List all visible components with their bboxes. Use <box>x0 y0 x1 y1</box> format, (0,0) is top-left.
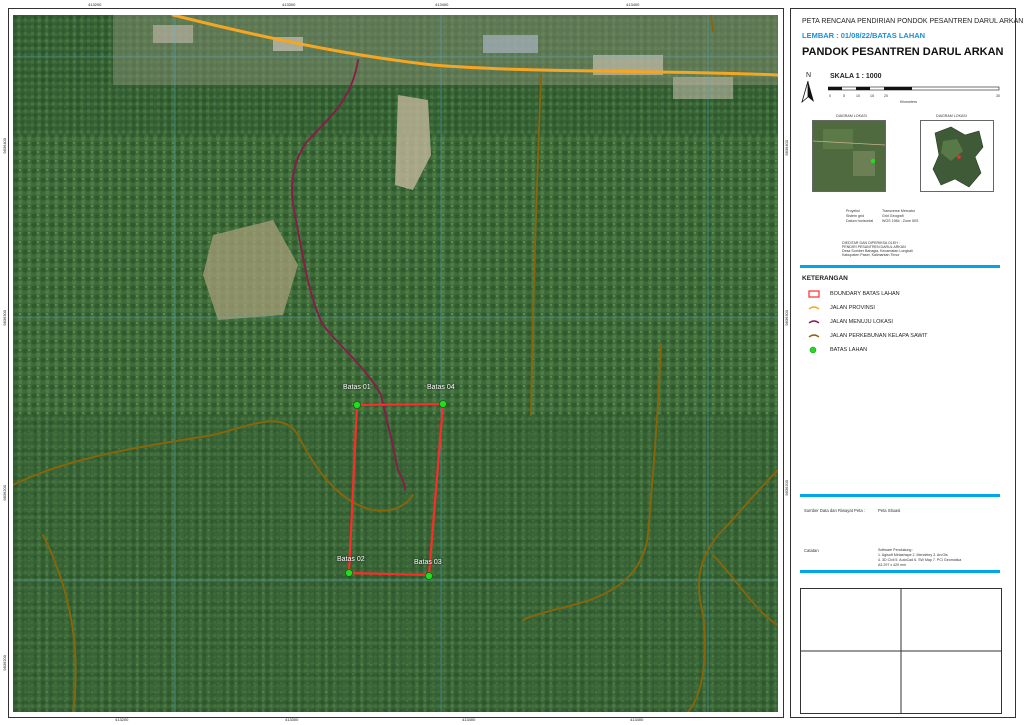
tick-bottom-3: 413400 <box>462 717 476 722</box>
satellite-map[interactable] <box>13 15 778 712</box>
map-canvas[interactable] <box>13 15 778 712</box>
legend-item-jalan-menuju: JALAN MENUJU LOKASI <box>808 316 893 328</box>
legend-label-jalan-menuju: JALAN MENUJU LOKASI <box>830 319 893 325</box>
tick-top-2: 413300 <box>282 2 296 7</box>
legend-label-jalan-perkebunan: JALAN PERKEBUNAN KELAPA SAWIT <box>830 333 928 339</box>
tick-top-4: 413400 <box>626 2 640 7</box>
legend-label-boundary: BOUNDARY BATAS LAHAN <box>830 291 900 297</box>
notes-line-1: Software Pendukung : <box>878 548 914 552</box>
batas-04-marker[interactable] <box>439 400 447 408</box>
legend-item-batas-lahan: BATAS LAHAN <box>808 344 867 356</box>
credit-line-4: Kabupaten Paser, Kalimantan Timur <box>842 253 900 257</box>
inset-left-label: DIAGRAM LOKASI <box>836 114 867 118</box>
scale-label: SKALA 1 : 1000 <box>830 73 882 80</box>
proj-key-2: Sistem grid <box>846 214 864 218</box>
location-inset-region <box>920 120 994 192</box>
proj-val-1: Transverse Mercator <box>882 209 916 213</box>
sources-value: Peta Situasi <box>878 508 901 513</box>
tick-right-1: 9836400 <box>784 140 789 156</box>
sources-label: Sumber Data dan Riwayat Peta : <box>804 508 865 513</box>
north-arrow-icon <box>801 80 814 104</box>
legend-item-jalan-provinsi: JALAN PROVINSI <box>808 302 875 314</box>
tick-right-2: 9836300 <box>784 310 789 326</box>
legend-label-batas-lahan: BATAS LAHAN <box>830 347 868 353</box>
batas-03-marker[interactable] <box>425 572 433 580</box>
tick-bottom-2: 413300 <box>285 717 299 722</box>
jalan-menuju-line-icon <box>808 318 820 326</box>
batas-02-marker[interactable] <box>345 569 353 577</box>
scale-tick-5: 5 <box>843 94 845 98</box>
separator <box>800 494 1000 497</box>
tick-left-2: 9836300 <box>2 310 7 326</box>
tick-top-1: 413200 <box>88 2 102 7</box>
tick-bottom-4: 413400 <box>630 717 644 722</box>
scale-tick-10: 10 <box>856 94 860 98</box>
scale-tick-15: 15 <box>870 94 874 98</box>
notes-line-2: 1. Agisoft Metashape 2. Mendeley 3. ArcG… <box>878 553 948 557</box>
separator <box>800 265 1000 268</box>
tick-right-3: 9836200 <box>784 480 789 496</box>
legend-label-jalan-provinsi: JALAN PROVINSI <box>830 305 875 311</box>
subject-title: PANDOK PESANTREN DARUL ARKAN <box>802 46 1004 58</box>
proj-key-3: Datum horizontal <box>846 219 874 223</box>
notes-line-4: A3 297 x 420 mm <box>878 563 907 567</box>
batas-lahan-dot-icon <box>808 346 820 354</box>
scale-tick-20: 20 <box>884 94 888 98</box>
boundary-swatch-icon <box>808 290 820 298</box>
scale-tick-0: 0 <box>829 94 831 98</box>
jalan-perkebunan-line-icon <box>808 332 820 340</box>
sheet-number: LEMBAR : 01/08/22/BATAS LAHAN <box>802 31 926 40</box>
legend-title: KETERANGAN <box>802 275 848 282</box>
tick-bottom-1: 413200 <box>115 717 129 722</box>
batas-01-marker[interactable] <box>353 401 361 409</box>
scale-bar <box>828 86 1000 91</box>
legend-item-jalan-perkebunan: JALAN PERKEBUNAN KELAPA SAWIT <box>808 330 928 342</box>
scale-tick-30: 30 <box>996 94 1000 98</box>
notes-line-3: 4. 3D Civil 5. AutoCad 6. SW Map 7. PCI … <box>878 558 962 562</box>
tick-left-3: 9836200 <box>2 485 7 501</box>
north-label: N <box>806 72 812 79</box>
proj-key-1: Proyeksi <box>846 209 860 213</box>
separator <box>800 570 1000 573</box>
map-sheet: 413200 413300 413400 413400 413200 41330… <box>0 0 1024 725</box>
inset-right-label: DIAGRAM LOKASI <box>936 114 967 118</box>
title-block <box>800 588 1002 714</box>
scale-unit: Kilometers <box>900 100 917 104</box>
map-title: PETA RENCANA PENDIRIAN PONDOK PESANTREN … <box>802 18 1024 25</box>
location-inset-satellite <box>812 120 886 192</box>
proj-val-3: WGS 1984 - Zone 50S <box>882 219 919 223</box>
tick-left-4: 9836200 <box>2 655 7 671</box>
proj-val-2: Grid Geografi <box>882 214 904 218</box>
tick-top-3: 413400 <box>435 2 449 7</box>
jalan-provinsi-line-icon <box>808 304 820 312</box>
tick-left-1: 9836400 <box>2 138 7 154</box>
legend-item-boundary: BOUNDARY BATAS LAHAN <box>808 288 900 300</box>
notes-label: Catatan <box>804 548 819 553</box>
